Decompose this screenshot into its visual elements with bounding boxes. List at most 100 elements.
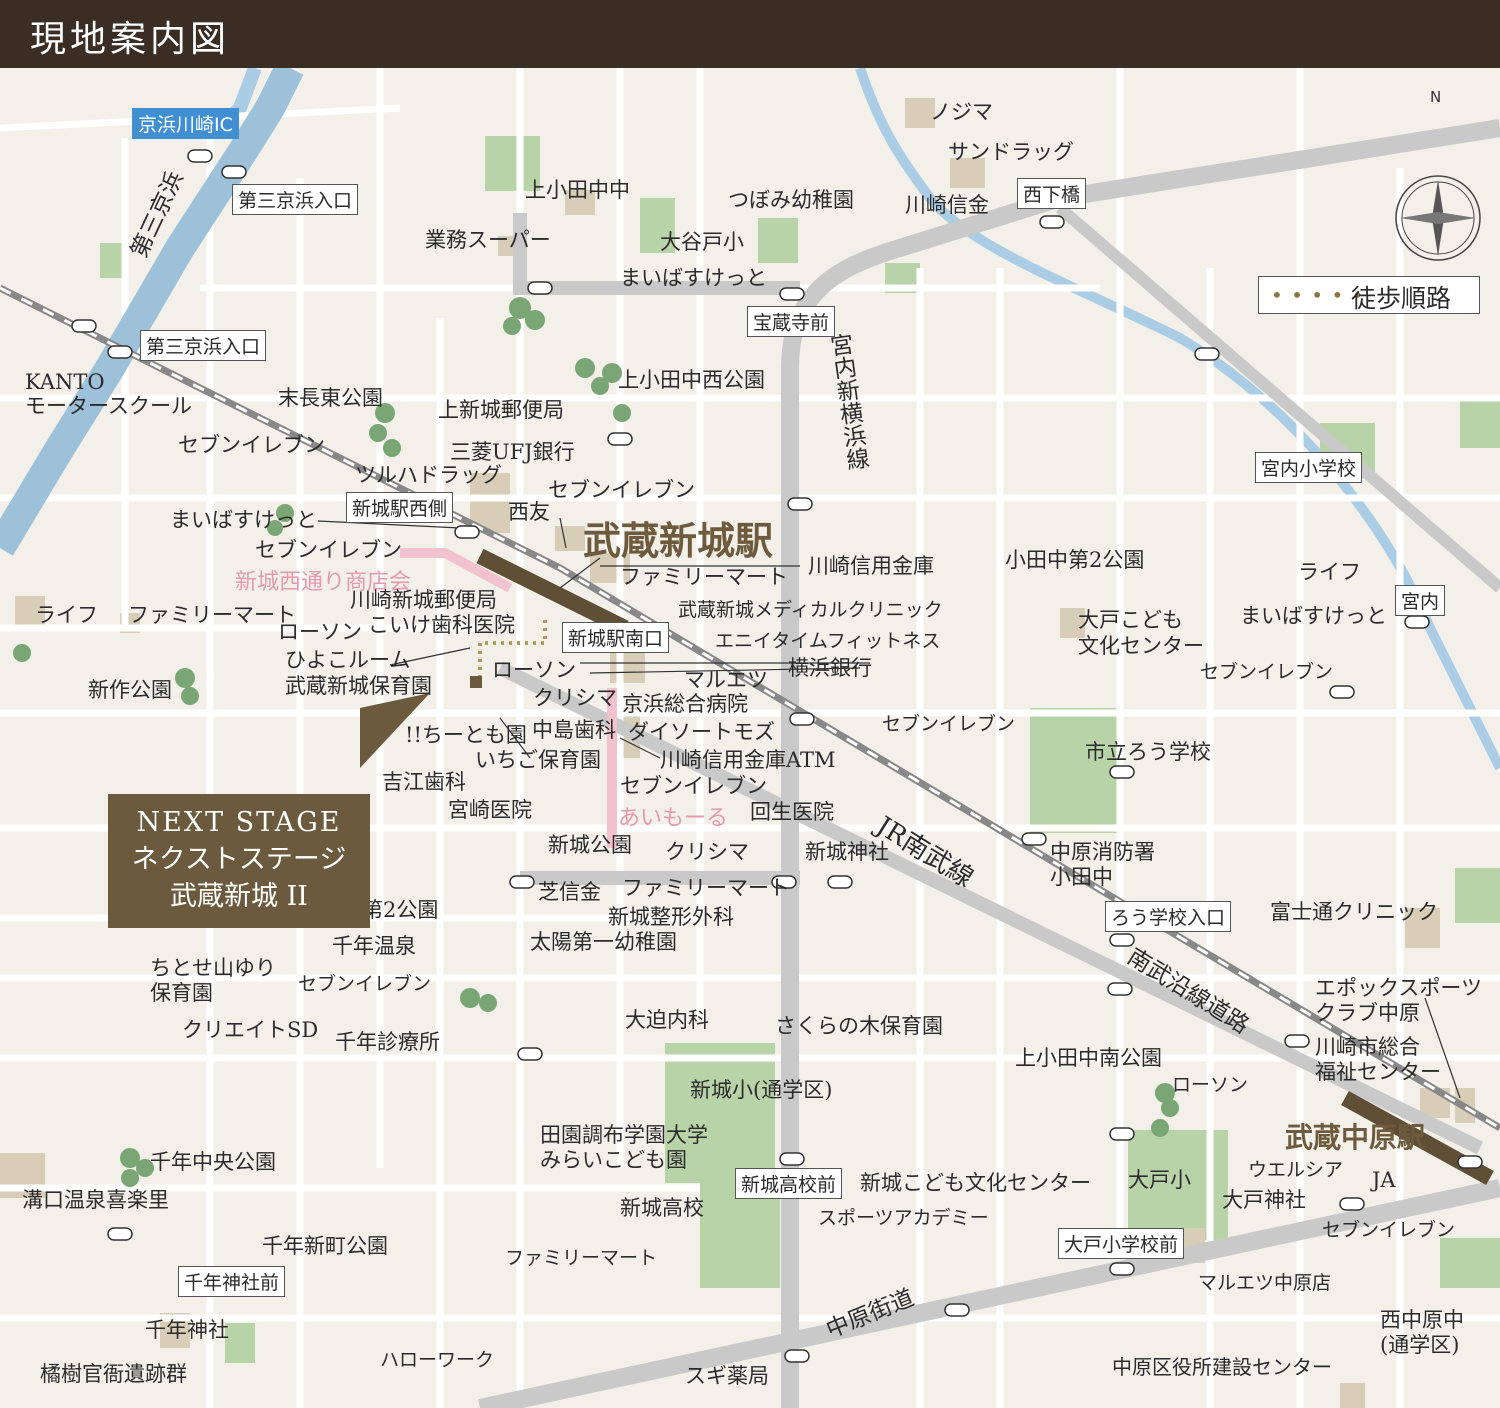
landmark-label: 業務スーパー — [425, 228, 551, 252]
landmark-label: ちとせ山ゆり — [150, 956, 276, 980]
shopping-street-aimoru: あいもーる — [618, 806, 729, 831]
landmark-label: 小田中 — [1050, 865, 1113, 889]
landmark-label: ひよこルーム — [285, 648, 411, 672]
landmark-label: エポックスポーツ — [1315, 976, 1482, 1000]
landmark-label: 中原区役所建設センター — [1112, 1355, 1332, 1379]
landmark-label: クリエイトSD — [182, 1018, 319, 1042]
landmark-label: クラブ中原 — [1315, 1001, 1420, 1025]
landmark-label: 西中原中 — [1380, 1308, 1464, 1332]
landmark-label: ハローワーク — [380, 1349, 495, 1371]
landmark-label: 川崎信用金庫 — [808, 554, 934, 578]
landmark-label: マルエツ — [684, 668, 768, 692]
property-name-en: NEXT STAGE — [136, 807, 342, 838]
landmark-label: KANTO — [25, 370, 105, 394]
landmark-label: 上小田中南公園 — [1015, 1046, 1162, 1070]
landmark-label: 市立ろう学校 — [1085, 740, 1211, 764]
landmark-label: !!ちーとも園 — [405, 723, 527, 747]
landmark-label: 横浜銀行 — [788, 656, 872, 680]
landmark-label: みらいこども園 — [540, 1148, 687, 1172]
landmark-label: JA — [1372, 1168, 1396, 1192]
landmark-label: 大戸小 — [1128, 1168, 1191, 1192]
landmark-label: 川崎信金 — [905, 193, 989, 217]
landmark-label: 千年新町公園 — [262, 1234, 388, 1258]
landmark-label: 川崎新城郵便局 — [350, 588, 497, 612]
landmark-label: ノジマ — [930, 100, 993, 124]
intersection-label: 大戸小学校前 — [1058, 1228, 1185, 1259]
landmark-label: 新城高校 — [620, 1196, 704, 1220]
landmark-label: 武蔵新城メディカルクリニック — [678, 599, 943, 621]
landmark-label: 橘樹官衙遺跡群 — [40, 1362, 187, 1386]
landmark-label: 千年神社 — [145, 1318, 229, 1342]
intersection-label: 新城高校前 — [735, 1168, 843, 1199]
landmark-label: ライフ — [1298, 560, 1361, 584]
landmark-label: セブンイレブン — [178, 433, 325, 457]
landmark-label: 大迫内科 — [625, 1008, 709, 1032]
legend-box: • • • • • 徒歩順路 — [1258, 276, 1480, 314]
landmark-label: ライフ — [35, 603, 98, 627]
landmark-label: 芝信金 — [538, 880, 601, 904]
intersection-label: 西下橋 — [1017, 178, 1087, 209]
property-name-jp: 武蔵新城 II — [170, 881, 308, 912]
intersection-label: 新城駅南口 — [562, 622, 670, 653]
intersection-label: 宮内小学校 — [1255, 452, 1363, 483]
landmark-label: 千年中央公園 — [150, 1150, 276, 1174]
landmark-label: 千年温泉 — [332, 934, 416, 958]
landmark-label: 西友 — [508, 500, 550, 524]
landmark-label: (通学区) — [1380, 1333, 1460, 1357]
landmark-label: ファミリーマート — [128, 603, 296, 627]
station-musashi-shinjo: 武蔵新城駅 — [583, 518, 774, 563]
property-callout[interactable]: NEXT STAGE ネクストステージ 武蔵新城 II — [108, 794, 370, 928]
intersection-label: 千年神社前 — [178, 1266, 286, 1297]
landmark-label: 溝口温泉喜楽里 — [22, 1188, 169, 1212]
landmark-label: 太陽第一幼稚園 — [530, 930, 677, 954]
landmark-label: 田園調布学園大学 — [540, 1123, 708, 1147]
landmark-label: 大谷戸小 — [660, 230, 744, 254]
landmark-label: ダイソートモズ — [628, 720, 775, 744]
intersection-label: 新城駅西側 — [346, 492, 454, 523]
landmark-label: 福祉センター — [1315, 1060, 1441, 1084]
landmark-label: セブンイレブン — [255, 538, 402, 562]
landmark-label: セブンイレブン — [298, 973, 432, 995]
legend-label: 徒歩順路 — [1351, 284, 1452, 313]
landmark-label: 新作公園 — [88, 678, 172, 702]
page-title: 現地案内図 — [30, 19, 231, 60]
interchange-label: 京浜川崎IC — [132, 108, 239, 139]
header-bar: 現地案内図 — [0, 0, 1500, 68]
landmark-label: さくらの木保育園 — [775, 1014, 943, 1038]
landmark-label: セブンイレブン — [1322, 1219, 1456, 1241]
landmark-label: エニイタイムフィットネス — [715, 630, 941, 652]
map-canvas[interactable]: 第三京浜 宮内新横浜線 JR南武線 南武沿線道路 中原街道 京浜川崎IC 第三京… — [0, 68, 1500, 1408]
landmark-label: 上小田中中 — [525, 178, 630, 202]
landmark-label: セブンイレブン — [882, 713, 1016, 735]
property-name-kana: ネクストステージ — [131, 844, 347, 875]
landmark-label: こいけ歯科医院 — [368, 613, 515, 637]
landmark-label: ローソン — [1172, 1074, 1249, 1096]
landmark-label: ツルハドラッグ — [355, 463, 502, 487]
intersection-label: 宮内 — [1395, 585, 1446, 616]
landmark-label: クリシマ — [533, 686, 617, 710]
landmark-label: 三菱UFJ銀行 — [450, 440, 575, 464]
landmark-label: まいばすけっと — [1240, 604, 1387, 628]
landmark-label: 大戸こども — [1078, 608, 1183, 632]
landmark-label: いちご保育園 — [475, 748, 601, 772]
landmark-label: ファミリーマート — [622, 876, 790, 900]
landmark-label: 小田中第2公園 — [1005, 548, 1145, 572]
intersection-label: 宝蔵寺前 — [747, 306, 836, 337]
landmark-label: ローソン — [492, 658, 576, 682]
landmark-label: まいばすけっと — [620, 266, 767, 290]
landmark-label: サンドラッグ — [948, 140, 1074, 164]
landmark-label: 中島歯科 — [532, 718, 616, 742]
compass-rose — [1395, 175, 1481, 261]
landmark-label: マルエツ中原店 — [1198, 1272, 1332, 1294]
landmark-label: 末長東公園 — [278, 386, 383, 410]
station-musashi-nakahara: 武蔵中原駅 — [1285, 1121, 1426, 1154]
landmark-label: 文化センター — [1078, 634, 1204, 658]
landmark-label: 宮崎医院 — [448, 798, 532, 822]
landmark-label: モータースクール — [25, 394, 192, 418]
landmark-label: 回生医院 — [750, 800, 834, 824]
intersection-label: 第三京浜入口 — [140, 330, 267, 361]
landmark-label: 大戸神社 — [1222, 1188, 1306, 1212]
landmark-label: セブンイレブン — [548, 478, 695, 502]
landmark-label: スギ薬局 — [685, 1364, 769, 1388]
landmark-label: 新城小(通学区) — [690, 1078, 833, 1102]
